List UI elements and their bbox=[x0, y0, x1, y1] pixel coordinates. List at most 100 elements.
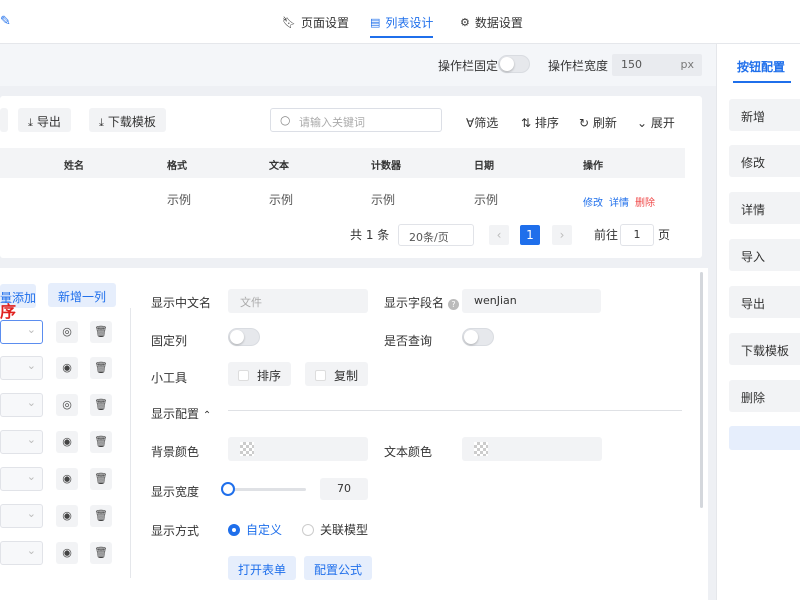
tool-sort-checkbox[interactable]: 排序 bbox=[228, 362, 292, 386]
toolbar-button-partial[interactable] bbox=[0, 108, 8, 132]
width-label: 显示宽度 bbox=[151, 485, 200, 499]
column-select[interactable] bbox=[0, 356, 43, 380]
eye-off-icon[interactable]: ◎ bbox=[56, 321, 78, 343]
trash-icon[interactable]: 🗑︎ bbox=[90, 394, 112, 416]
eye-off-icon[interactable]: ◎ bbox=[56, 394, 78, 416]
help-icon[interactable]: ? bbox=[448, 299, 460, 310]
page-size-value: 20条/页 bbox=[409, 231, 449, 244]
button-config-item-detail[interactable]: 详情 bbox=[729, 192, 800, 224]
eye-icon[interactable]: ◉ bbox=[56, 505, 78, 527]
fixed-column-toggle[interactable] bbox=[228, 328, 260, 346]
bg-color-picker[interactable] bbox=[228, 437, 368, 461]
sort-button[interactable]: ⇅ 排序 bbox=[521, 114, 559, 131]
button-config-item-import[interactable]: 导入 bbox=[729, 239, 800, 271]
annotation-mark: 序 bbox=[0, 302, 17, 321]
mode-linked-radio[interactable]: 关联模型 bbox=[302, 521, 368, 538]
width-input[interactable]: 70 bbox=[320, 478, 368, 500]
refresh-label: 刷新 bbox=[592, 116, 617, 130]
tool-copy-checkbox[interactable]: 复制 bbox=[305, 362, 369, 386]
mode-custom-radio[interactable]: 自定义 bbox=[228, 521, 282, 538]
button-config-add-slot[interactable] bbox=[729, 426, 800, 450]
gear-icon: ⚙ bbox=[460, 15, 470, 29]
tab-list-design[interactable]: ▤ 列表设计 bbox=[370, 0, 434, 44]
button-config-item-delete[interactable]: 删除 bbox=[729, 380, 800, 412]
button-config-item-download-template[interactable]: 下载模板 bbox=[729, 333, 800, 365]
text-color-picker[interactable] bbox=[462, 437, 602, 461]
display-config-label: 显示配置 bbox=[151, 407, 200, 421]
button-config-panel: 按钮配置 新增 修改 详情 导入 导出 下载模板 删除 bbox=[716, 44, 800, 600]
field-name-label-text: 显示字段名 bbox=[384, 296, 445, 310]
field-name-input[interactable]: wenJian bbox=[462, 289, 601, 313]
goto-page-input[interactable]: 1 bbox=[620, 224, 654, 246]
export-button[interactable]: ⤓ 导出 bbox=[18, 108, 71, 132]
column-header: 文本 bbox=[269, 161, 289, 172]
search-input[interactable]: ○ 请输入关键词 bbox=[270, 108, 442, 132]
download-template-button[interactable]: ⤓ 下载模板 bbox=[89, 108, 166, 132]
button-config-item-export[interactable]: 导出 bbox=[729, 286, 800, 318]
button-config-item-edit[interactable]: 修改 bbox=[729, 145, 800, 177]
editor-scrollbar[interactable] bbox=[700, 272, 703, 508]
action-width-label: 操作栏宽度 bbox=[548, 59, 609, 73]
trash-icon[interactable]: 🗑︎ bbox=[90, 431, 112, 453]
column-select[interactable] bbox=[0, 541, 43, 565]
edit-icon[interactable]: ✎ bbox=[0, 14, 11, 29]
column-select[interactable] bbox=[0, 393, 43, 417]
eye-icon[interactable]: ◉ bbox=[56, 542, 78, 564]
config-formula-button[interactable]: 配置公式 bbox=[304, 556, 373, 580]
row-delete-link[interactable]: 删除 bbox=[635, 194, 655, 209]
trash-icon[interactable]: 🗑︎ bbox=[90, 505, 112, 527]
display-name-input[interactable]: 文件 bbox=[228, 289, 368, 313]
row-edit-link[interactable]: 修改 bbox=[583, 194, 603, 209]
radio-dot bbox=[302, 524, 314, 536]
filter-button[interactable]: ∀筛选 bbox=[466, 114, 498, 131]
column-header: 格式 bbox=[167, 161, 187, 172]
column-select[interactable] bbox=[0, 320, 43, 344]
action-fixed-toggle[interactable] bbox=[498, 55, 530, 73]
display-config-toggle[interactable]: 显示配置 ⌃ bbox=[151, 405, 211, 422]
bookmark-icon: 🔖︎ bbox=[282, 15, 296, 29]
fixed-column-label: 固定列 bbox=[151, 334, 188, 348]
button-config-tab[interactable]: 按钮配置 bbox=[732, 58, 792, 83]
add-column-button[interactable]: 新增一列 bbox=[48, 283, 117, 307]
tab-data-settings[interactable]: ⚙ 数据设置 bbox=[460, 0, 523, 44]
trash-icon[interactable]: 🗑︎ bbox=[90, 542, 112, 564]
column-header: 日期 bbox=[474, 161, 494, 172]
action-width-input[interactable]: 150 px bbox=[612, 54, 702, 76]
width-slider-handle[interactable] bbox=[221, 482, 235, 496]
column-select[interactable] bbox=[0, 430, 43, 454]
query-toggle[interactable] bbox=[462, 328, 494, 346]
next-page-button[interactable]: › bbox=[552, 225, 572, 245]
sort-icon: ⇅ bbox=[521, 116, 532, 130]
trash-icon[interactable]: 🗑︎ bbox=[90, 357, 112, 379]
column-header: 操作 bbox=[583, 161, 603, 172]
refresh-icon: ↻ bbox=[579, 116, 590, 130]
field-name-label: 显示字段名? bbox=[384, 294, 460, 311]
tab-page-settings[interactable]: 🔖︎ 页面设置 bbox=[282, 0, 349, 44]
trash-icon[interactable]: 🗑︎ bbox=[90, 468, 112, 490]
editor-divider bbox=[130, 308, 131, 578]
table-header: 姓名 格式 文本 计数器 日期 操作 bbox=[0, 148, 685, 178]
button-config-item-add[interactable]: 新增 bbox=[729, 99, 800, 131]
display-mode-label: 显示方式 bbox=[151, 524, 200, 538]
trash-icon[interactable]: 🗑︎ bbox=[90, 321, 112, 343]
tools-label: 小工具 bbox=[151, 371, 188, 385]
open-form-button[interactable]: 打开表单 bbox=[228, 556, 297, 580]
page-number-button[interactable]: 1 bbox=[520, 225, 540, 245]
width-slider-track[interactable] bbox=[228, 488, 306, 491]
mode-custom-label: 自定义 bbox=[246, 523, 283, 537]
page-size-select[interactable]: 20条/页 bbox=[398, 224, 474, 246]
column-select[interactable] bbox=[0, 467, 43, 491]
refresh-button[interactable]: ↻ 刷新 bbox=[579, 114, 617, 131]
expand-button[interactable]: ⌄ 展开 bbox=[637, 114, 675, 131]
checkbox-box bbox=[315, 370, 326, 381]
search-icon: ○ bbox=[280, 113, 291, 127]
column-header: 姓名 bbox=[64, 161, 84, 172]
tab-label: 列表设计 bbox=[385, 15, 434, 30]
prev-page-button[interactable]: ‹ bbox=[489, 225, 509, 245]
column-select[interactable] bbox=[0, 504, 43, 528]
row-detail-link[interactable]: 详情 bbox=[609, 194, 629, 209]
transparent-swatch-icon bbox=[240, 442, 254, 456]
eye-icon[interactable]: ◉ bbox=[56, 431, 78, 453]
eye-icon[interactable]: ◉ bbox=[56, 468, 78, 490]
eye-icon[interactable]: ◉ bbox=[56, 357, 78, 379]
